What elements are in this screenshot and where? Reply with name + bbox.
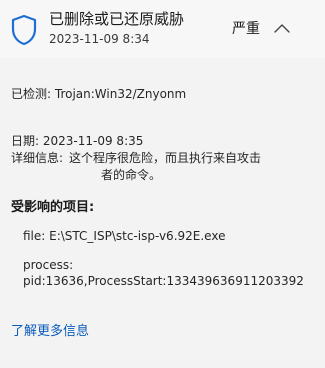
detected-label: 已检测: [11,87,52,101]
affected-file: file: E:\STC_ISP\stc-isp-v6.92E.exe [23,229,226,243]
severity-label: 严重 [232,21,260,37]
process-value: pid:13636,ProcessStart:13343963691120339… [23,274,304,288]
detail-label: 详细信息: [11,151,64,165]
threat-timestamp: 2023-11-09 8:34 [49,32,150,46]
detected-value: Trojan:Win32/Znyonm [54,87,187,101]
detected-row: 已检测: Trojan:Win32/Znyonm [11,86,186,103]
affected-items-heading: 受影响的项目: [11,200,95,215]
date-value: 2023-11-09 8:35 [42,134,144,148]
shield-icon [11,14,37,46]
detail-value: 这个程序很危险，而且执行来自攻击 者的命令。 [69,150,309,184]
date-label: 日期: [11,134,40,148]
threat-title: 已删除或已还原威胁 [49,10,185,28]
chevron-up-icon[interactable] [271,20,293,36]
learn-more-link[interactable]: 了解更多信息 [11,323,89,340]
detail-line-1: 这个程序很危险，而且执行来自攻击 [69,151,262,165]
threat-header[interactable]: 已删除或已还原威胁 2023-11-09 8:34 严重 [0,0,325,58]
affected-process: process: pid:13636,ProcessStart:13343963… [23,257,313,289]
date-row: 日期: 2023-11-09 8:35 [11,133,143,150]
process-label: process: [23,258,74,272]
detail-line-2: 者的命令。 [101,168,162,182]
